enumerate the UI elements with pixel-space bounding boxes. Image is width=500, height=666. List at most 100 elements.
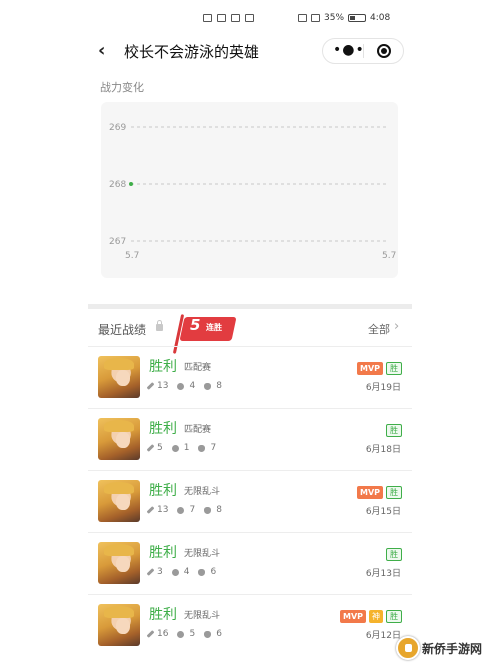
- kda-stats: 5 1 7: [146, 443, 225, 453]
- power-chart: 269 268 267 5.7 5.7: [101, 102, 398, 278]
- hero-avatar: [98, 418, 140, 460]
- hand-icon: [204, 630, 212, 638]
- mvp-badge: MVP: [356, 486, 383, 499]
- kills-value: 3: [157, 567, 163, 577]
- hand-icon: [204, 382, 212, 390]
- kills-value: 13: [157, 381, 169, 391]
- match-date: 6月19日: [365, 383, 401, 393]
- chevron-right-icon[interactable]: ›: [394, 319, 399, 334]
- kill-icon: [146, 568, 155, 576]
- match-row[interactable]: 胜利 无限乱斗 3 4 6 胜 6月13日: [88, 532, 412, 594]
- recent-matches-title: 最近战绩: [98, 323, 147, 337]
- match-result: 胜利: [149, 545, 177, 561]
- skull-icon: [171, 568, 179, 576]
- hand-icon: [198, 568, 206, 576]
- match-badges: MVP 胜: [356, 486, 402, 499]
- match-result: 胜利: [149, 483, 177, 499]
- notification-icon: [217, 14, 226, 22]
- kda-stats: 13 4 8: [146, 381, 231, 391]
- streak-number: 5: [190, 316, 201, 334]
- more-dots-icon[interactable]: •●•: [333, 42, 365, 58]
- kill-icon: [146, 506, 155, 514]
- kill-icon: [146, 382, 155, 390]
- win-badge: 胜: [386, 362, 402, 375]
- kills-value: 13: [157, 505, 169, 515]
- kill-icon: [146, 630, 155, 638]
- skull-icon: [177, 506, 185, 514]
- match-row[interactable]: 胜利 匹配赛 13 4 8 MVP 胜 6月19日: [88, 346, 412, 408]
- match-date: 6月18日: [365, 445, 401, 455]
- hero-avatar: [98, 356, 140, 398]
- view-all-link[interactable]: 全部: [368, 321, 390, 337]
- deaths-value: 4: [189, 381, 196, 391]
- win-badge: 胜: [386, 610, 402, 623]
- skull-icon: [177, 630, 185, 638]
- section-divider: [88, 304, 412, 309]
- x-tick-label: 5.7: [382, 251, 396, 261]
- match-row[interactable]: 胜利 无限乱斗 16 5 6 MVP 神胜 6月12日: [88, 594, 412, 656]
- hero-avatar: [98, 542, 140, 584]
- kda-stats: 16 5 6: [146, 629, 231, 639]
- notification-icon: [231, 14, 240, 22]
- nav-bar: ‹ 校长不会游泳的英雄 •●•: [88, 36, 412, 68]
- match-result: 胜利: [149, 421, 177, 437]
- assists-value: 6: [210, 567, 217, 577]
- kill-icon: [146, 444, 155, 452]
- watermark: 新侨手游网: [396, 636, 500, 662]
- hero-avatar: [98, 480, 140, 522]
- match-result: 胜利: [149, 359, 177, 375]
- signal-icon: [311, 14, 320, 22]
- assists-value: 7: [210, 443, 217, 453]
- data-point: [129, 182, 133, 186]
- hero-avatar: [98, 604, 140, 646]
- assists-value: 8: [216, 505, 222, 515]
- mvp-badge: MVP: [356, 362, 383, 375]
- phone-screen: 35% 4:08 ‹ 校长不会游泳的英雄 •●• 战力变化 269 268 267 5…: [88, 0, 412, 666]
- match-badges: 胜: [386, 548, 402, 561]
- power-change-title: 战力变化: [100, 81, 144, 94]
- assists-value: 8: [216, 381, 222, 391]
- back-chevron-icon[interactable]: ‹: [98, 40, 105, 61]
- kills-value: 16: [157, 629, 169, 639]
- notification-icon: [203, 14, 212, 22]
- streak-label: 连胜: [206, 323, 222, 332]
- y-tick-label: 268: [109, 180, 126, 190]
- match-row[interactable]: 胜利 匹配赛 5 1 7 胜 6月18日: [88, 408, 412, 470]
- hand-icon: [204, 506, 212, 514]
- status-bar: 35% 4:08: [88, 0, 412, 36]
- recent-matches-header: 最近战绩 5 连胜 全部 ›: [88, 312, 412, 354]
- deaths-value: 7: [189, 505, 196, 515]
- power-chart-svg: 269 268 267 5.7 5.7: [109, 123, 396, 261]
- match-mode: 匹配赛: [184, 425, 212, 435]
- page-title: 校长不会游泳的英雄: [124, 43, 260, 61]
- skull-icon: [177, 382, 185, 390]
- status-notification-icons: [203, 14, 254, 22]
- y-tick-label: 267: [109, 237, 126, 247]
- battery-icon: [348, 14, 367, 22]
- assists-value: 6: [216, 629, 222, 639]
- win-badge: 胜: [386, 424, 402, 437]
- deaths-value: 4: [183, 567, 190, 577]
- match-mode: 匹配赛: [184, 363, 212, 373]
- hand-icon: [198, 444, 206, 452]
- kda-stats: 13 7 8: [146, 505, 231, 515]
- kda-stats: 3 4 6: [146, 567, 225, 577]
- capsule-divider: [363, 44, 364, 58]
- match-mode: 无限乱斗: [184, 611, 221, 621]
- deaths-value: 1: [183, 443, 190, 453]
- match-mode: 无限乱斗: [184, 549, 221, 559]
- watermark-logo-icon: [396, 636, 420, 660]
- lock-icon: [156, 320, 163, 331]
- y-tick-label: 269: [109, 123, 126, 133]
- kills-value: 5: [157, 443, 163, 453]
- close-target-icon[interactable]: [377, 44, 391, 58]
- skull-icon: [171, 444, 179, 452]
- match-badges: MVP 胜: [356, 362, 402, 375]
- match-row[interactable]: 胜利 无限乱斗 13 7 8 MVP 胜 6月15日: [88, 470, 412, 532]
- mini-program-capsule: •●•: [322, 38, 404, 64]
- watermark-text: 新侨手游网: [422, 642, 483, 656]
- x-tick-label: 5.7: [125, 251, 139, 261]
- win-badge: 胜: [386, 548, 402, 561]
- nfc-icon: [298, 14, 307, 22]
- mvp-badge: MVP: [339, 610, 366, 623]
